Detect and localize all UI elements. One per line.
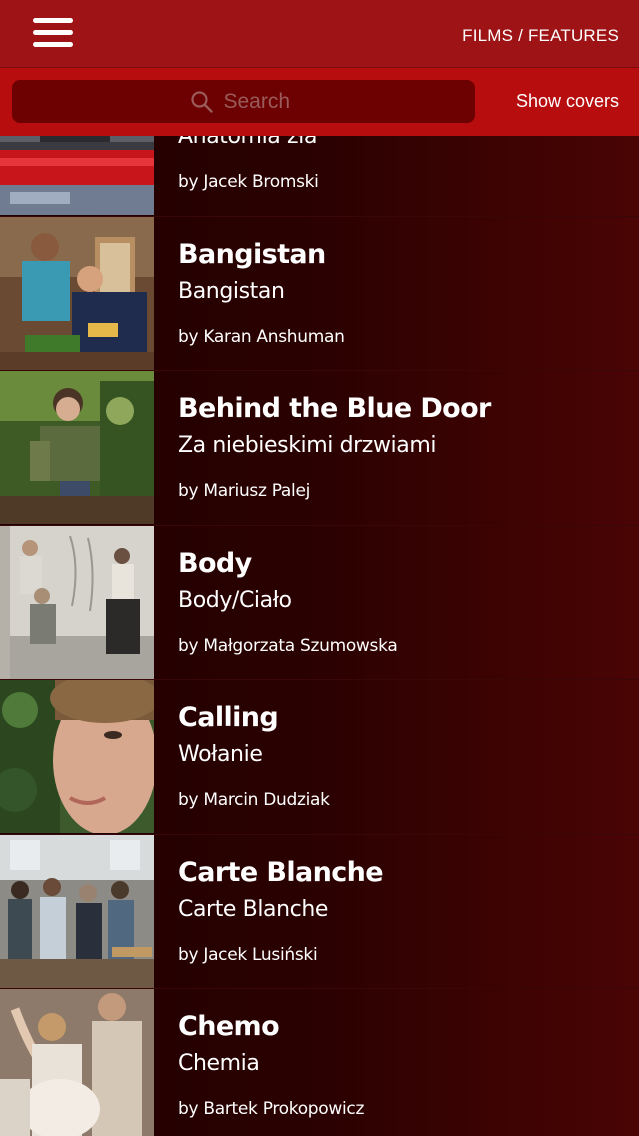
film-cover-image: [0, 680, 154, 833]
film-director: by Mariusz Palej: [178, 481, 311, 501]
search-icon: [190, 90, 214, 114]
film-list-item[interactable]: Calling Wołanie by Marcin Dudziak: [0, 680, 639, 835]
breadcrumb[interactable]: FILMS / FEATURES: [462, 26, 619, 46]
film-list-item[interactable]: Anatomia zła by Jacek Bromski: [0, 136, 639, 217]
film-director: by Jacek Lusiński: [178, 944, 318, 965]
hamburger-menu-button[interactable]: [31, 16, 77, 50]
film-cover-image: [0, 216, 154, 370]
film-list-item[interactable]: Body Body/Ciało by Małgorzata Szumowska: [0, 525, 639, 680]
film-original-title: Carte Blanche: [178, 896, 329, 922]
film-original-title: Wołanie: [178, 742, 263, 767]
film-title: Bangistan: [178, 238, 326, 270]
film-original-title: Chemia: [178, 1051, 260, 1076]
app-header: FILMS / FEATURES: [0, 0, 639, 68]
film-cover-image: [0, 989, 154, 1136]
film-title: Behind the Blue Door: [178, 393, 491, 424]
film-cover-image: [0, 525, 154, 679]
film-original-title: Za niebieskimi drzwiami: [178, 433, 437, 458]
film-title: Chemo: [178, 1011, 280, 1042]
film-list-item[interactable]: Chemo Chemia by Bartek Prokopowicz: [0, 989, 639, 1136]
film-list-item[interactable]: Behind the Blue Door Za niebieskimi drzw…: [0, 371, 639, 526]
film-director: by Bartek Prokopowicz: [178, 1099, 365, 1119]
hamburger-menu-icon: [33, 18, 73, 47]
film-cover-image: [0, 371, 154, 524]
film-list-item[interactable]: Carte Blanche Carte Blanche by Jacek Lus…: [0, 834, 639, 989]
film-director: by Małgorzata Szumowska: [178, 635, 398, 656]
film-title: Body: [178, 547, 252, 579]
film-director: by Jacek Bromski: [178, 172, 319, 192]
show-covers-button[interactable]: Show covers: [516, 91, 619, 112]
search-field[interactable]: [12, 80, 475, 123]
film-original-title: Bangistan: [178, 278, 285, 304]
film-cover-image: [0, 834, 154, 988]
film-cover-image: [0, 136, 154, 215]
film-original-title: Anatomia zła: [178, 136, 318, 149]
film-director: by Karan Anshuman: [178, 326, 345, 347]
film-list-item[interactable]: Bangistan Bangistan by Karan Anshuman: [0, 216, 639, 371]
search-input[interactable]: [223, 89, 298, 114]
film-title: Calling: [178, 702, 279, 733]
film-director: by Marcin Dudziak: [178, 790, 330, 810]
film-list[interactable]: Anatomia zła by Jacek Bromski Bangistan …: [0, 136, 639, 1136]
film-title: Carte Blanche: [178, 856, 384, 888]
film-original-title: Body/Ciało: [178, 587, 292, 613]
search-bar: Show covers: [0, 68, 639, 136]
